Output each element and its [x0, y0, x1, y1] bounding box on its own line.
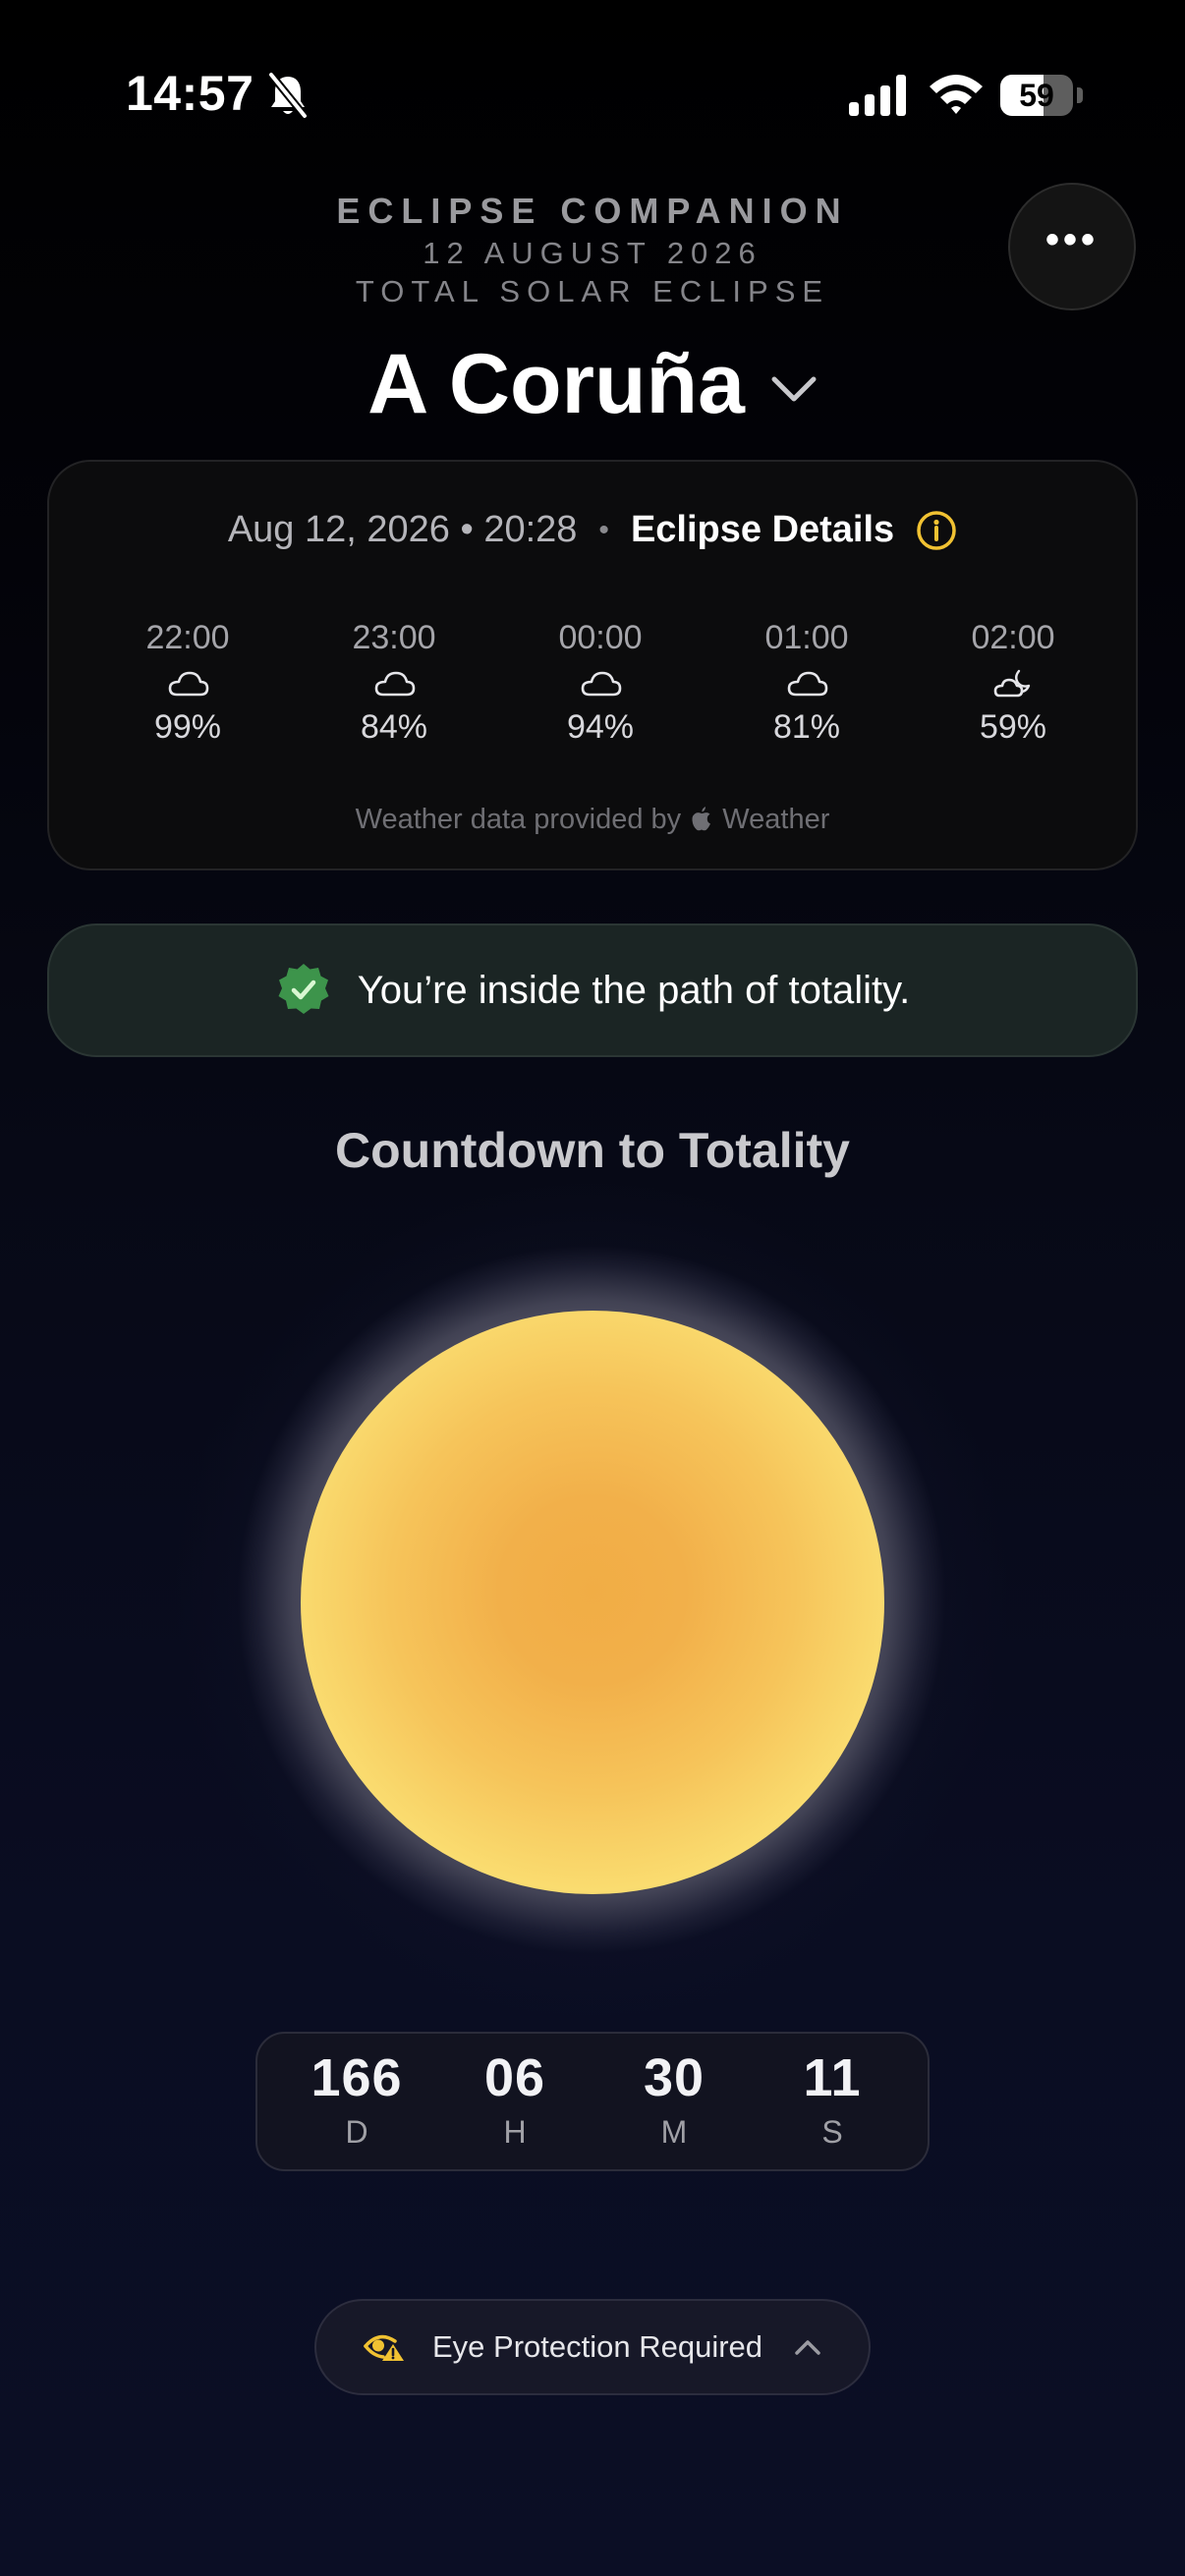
- hourly-forecast: 22:00 99% 23:00 84% 00:00 94% 01:00 81% …: [88, 619, 1100, 766]
- countdown-unit-label: H: [503, 2114, 527, 2150]
- countdown-value: 06: [483, 2048, 546, 2107]
- forecast-cloud-cover: 84%: [360, 708, 428, 746]
- forecast-time: 23:00: [352, 619, 436, 656]
- forecast-time: 02:00: [971, 619, 1055, 656]
- countdown-seconds: 11 S: [754, 2047, 911, 2151]
- weather-summary: Aug 12, 2026 • 20:28 • Eclipse Details: [49, 509, 1136, 551]
- info-icon[interactable]: [916, 510, 957, 551]
- cloud-icon: [374, 671, 416, 697]
- weather-credit-brand: Weather: [722, 804, 830, 835]
- forecast-item: 22:00 99%: [109, 619, 266, 747]
- eye-protection-label: Eye Protection Required: [431, 2329, 763, 2364]
- cloud-moon-icon: [993, 669, 1031, 698]
- countdown-unit-label: D: [345, 2114, 368, 2150]
- forecast-item: 00:00 94%: [522, 619, 679, 747]
- countdown-value: 30: [643, 2048, 705, 2107]
- eclipse-datetime: Aug 12, 2026 • 20:28: [227, 509, 578, 550]
- eclipse-companion-screen: 14:57 59 ECLIPSE COMPANION 12 AUGUST 202…: [0, 0, 1185, 2576]
- sun-disc: [301, 1311, 884, 1894]
- status-bar: 14:57 59: [0, 0, 1185, 187]
- eclipse-type: TOTAL SOLAR ECLIPSE: [355, 274, 830, 308]
- countdown-unit-label: S: [821, 2114, 843, 2150]
- forecast-time: 00:00: [558, 619, 643, 656]
- apple-logo-icon: [692, 807, 711, 831]
- forecast-item: 23:00 84%: [315, 619, 473, 747]
- countdown-timer: 166 D 06 H 30 M 11 S: [255, 2032, 930, 2171]
- forecast-time: 22:00: [145, 619, 230, 656]
- forecast-item: 02:00 59%: [934, 619, 1092, 747]
- eye-warning-icon: [364, 2334, 404, 2361]
- forecast-cloud-cover: 99%: [153, 708, 222, 746]
- forecast-cloud-cover: 94%: [566, 708, 635, 746]
- eclipse-date: 12 AUGUST 2026: [423, 236, 762, 270]
- countdown-hours: 06 H: [436, 2047, 593, 2151]
- chevron-up-icon: [795, 2340, 820, 2355]
- forecast-time: 01:00: [764, 619, 849, 656]
- more-options-button[interactable]: •••: [1008, 183, 1136, 310]
- countdown-days: 166 D: [278, 2047, 435, 2151]
- location-picker[interactable]: A Coruña: [0, 330, 1185, 438]
- weather-card: Aug 12, 2026 • 20:28 • Eclipse Details 2…: [47, 460, 1138, 870]
- forecast-cloud-cover: 59%: [979, 708, 1047, 746]
- forecast-item: 01:00 81%: [728, 619, 885, 747]
- battery-icon: 59: [1000, 75, 1083, 116]
- ellipsis-icon: •••: [1044, 218, 1099, 261]
- cloud-icon: [581, 671, 622, 697]
- countdown-minutes: 30 M: [595, 2047, 753, 2151]
- countdown-unit-label: M: [660, 2114, 688, 2150]
- wifi-icon: [930, 75, 983, 114]
- cellular-signal-icon: [849, 75, 906, 116]
- eye-protection-button[interactable]: Eye Protection Required: [314, 2299, 871, 2395]
- weather-attribution[interactable]: Weather data provided by Weather: [49, 804, 1136, 836]
- forecast-cloud-cover: 81%: [772, 708, 841, 746]
- totality-banner: You’re inside the path of totality.: [47, 924, 1138, 1057]
- totality-status-text: You’re inside the path of totality.: [357, 968, 911, 1012]
- bell-slash-icon: [267, 72, 309, 119]
- summary-separator: •: [598, 513, 609, 546]
- cloud-icon: [168, 671, 209, 697]
- verified-check-icon: [278, 964, 329, 1014]
- location-name: A Coruña: [367, 336, 745, 431]
- weather-credit-prefix: Weather data provided by: [355, 804, 682, 835]
- countdown-value: 11: [803, 2048, 862, 2107]
- app-title: ECLIPSE COMPANION: [336, 191, 849, 231]
- status-time: 14:57: [126, 66, 254, 121]
- cloud-icon: [787, 671, 828, 697]
- battery-level: 59: [1019, 78, 1054, 113]
- chevron-down-icon: [771, 376, 817, 402]
- eclipse-details-link[interactable]: Eclipse Details: [631, 509, 894, 551]
- countdown-value: 166: [310, 2048, 403, 2107]
